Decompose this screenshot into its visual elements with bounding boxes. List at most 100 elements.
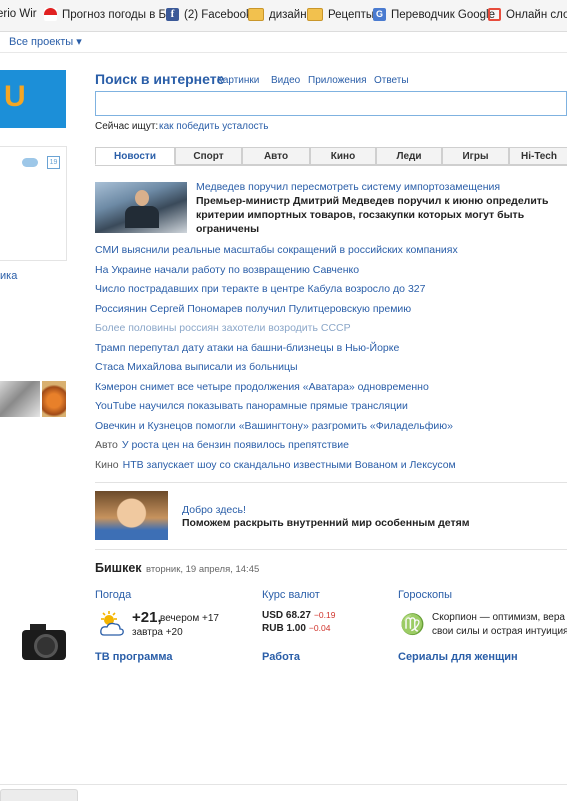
- currency-heading[interactable]: Курс валют: [262, 589, 320, 601]
- lead-news-text: Премьер-министр Дмитрий Медведев поручил…: [196, 195, 549, 235]
- series-link[interactable]: Сериалы для женщин: [398, 651, 518, 663]
- lead-news-photo[interactable]: [95, 182, 187, 233]
- currency-change: −0.19: [313, 610, 336, 620]
- city-date: вторник, 19 апреля, 14:45: [146, 564, 260, 575]
- lead-news-title[interactable]: Медведев поручил пересмотреть систему им…: [196, 181, 500, 193]
- footer-tab[interactable]: [0, 789, 78, 801]
- news-text: Овечкин и Кузнецов помогли «Вашингтону» …: [95, 420, 453, 432]
- news-item[interactable]: Овечкин и Кузнецов помогли «Вашингтону» …: [95, 420, 453, 432]
- logo-letter: U: [4, 80, 26, 113]
- news-item[interactable]: Кино НТВ запускает шоу со скандально изве…: [95, 459, 456, 471]
- bookmark-label: дизайн: [269, 8, 307, 21]
- news-text: Более половины россиян захотели возродит…: [95, 322, 351, 334]
- tab-games[interactable]: Игры: [442, 147, 509, 165]
- news-text: Число пострадавших при теракте в центре …: [95, 283, 426, 295]
- news-item[interactable]: YouTube научился показывать панорамные п…: [95, 400, 408, 412]
- tab-auto[interactable]: Авто: [242, 147, 310, 165]
- news-item[interactable]: Кэмерон снимет все четыре продолжения «А…: [95, 381, 429, 393]
- facebook-icon: f: [166, 8, 179, 21]
- tab-sport[interactable]: Спорт: [175, 147, 242, 165]
- news-text: У роста цен на бензин появилось препятст…: [121, 439, 349, 451]
- horoscope-heading[interactable]: Гороскопы: [398, 589, 452, 601]
- bookmark-label: Переводчик Google: [391, 8, 496, 21]
- news-item[interactable]: СМИ выяснили реальные масштабы сокращени…: [95, 244, 458, 256]
- bookmark-label: Онлайн слова: [506, 8, 567, 21]
- bookmark-5[interactable]: Рецепты: [307, 8, 374, 21]
- search-tab-apps[interactable]: Приложения: [308, 75, 367, 86]
- horoscope-line: Скорпион — оптимизм, вера: [432, 612, 565, 623]
- bookmark-label: Рецепты: [328, 8, 375, 21]
- news-item[interactable]: Авто У роста цен на бензин появилось преп…: [95, 439, 349, 451]
- folder-icon: [307, 8, 323, 21]
- city-name[interactable]: Бишкек: [95, 561, 142, 575]
- bookmark-2[interactable]: Прогноз погоды в Б: [44, 8, 166, 21]
- news-text: НТВ запускает шоу со скандально известны…: [122, 459, 456, 471]
- google-translate-icon: G: [373, 8, 386, 21]
- jobs-link[interactable]: Работа: [262, 651, 300, 663]
- bookmark-1[interactable]: erio Wir: [0, 8, 37, 20]
- trend-label: Сейчас ищут:: [95, 121, 159, 132]
- news-text: YouTube научился показывать панорамные п…: [95, 400, 408, 412]
- footer-divider: [0, 784, 567, 785]
- bookmark-3[interactable]: f (2) Facebook: [166, 8, 252, 21]
- news-text: Трамп перепутал дату атаки на башни-близ…: [95, 342, 400, 354]
- horoscope-text: Скорпион — оптимизм, вера свои силы и ост…: [432, 611, 567, 639]
- tab-news[interactable]: Новости: [95, 147, 175, 165]
- news-tabs: Новости Спорт Авто Кино Леди Игры Hi-Tec…: [95, 147, 567, 166]
- bookmark-6[interactable]: G Переводчик Google: [373, 8, 495, 21]
- tab-cinema[interactable]: Кино: [310, 147, 376, 165]
- cloud-icon[interactable]: [22, 158, 38, 167]
- news-text: СМИ выяснили реальные масштабы сокращени…: [95, 244, 458, 256]
- promo-text: Поможем раскрыть внутренний мир особенны…: [182, 517, 470, 529]
- sun-cloud-icon: [100, 611, 124, 636]
- kitten-thumbnail[interactable]: [0, 381, 40, 417]
- tab-hitech[interactable]: Hi-Tech: [509, 147, 567, 165]
- search-title: Поиск в интернете: [95, 71, 225, 87]
- news-item-visited[interactable]: Более половины россиян захотели возродит…: [95, 322, 351, 334]
- currency-row: USD 68.27 −0.19: [262, 610, 335, 621]
- news-text: Стаса Михайлова выписали из больницы: [95, 361, 298, 373]
- news-item[interactable]: Стаса Михайлова выписали из больницы: [95, 361, 298, 373]
- news-item[interactable]: Россиянин Сергей Пономарев получил Пулит…: [95, 303, 411, 315]
- news-item[interactable]: Число пострадавших при теракте в центре …: [95, 283, 425, 295]
- left-link[interactable]: ика: [0, 270, 17, 282]
- evening-temp: вечером +17: [160, 613, 219, 624]
- search-tab-video[interactable]: Видео: [271, 75, 300, 86]
- promo-photo[interactable]: [95, 491, 168, 540]
- news-category: Кино: [95, 459, 119, 471]
- currency-code: RUB: [262, 623, 284, 634]
- folder-icon: [248, 8, 264, 21]
- projects-bar: [0, 31, 567, 53]
- divider: [95, 549, 567, 550]
- trend-link[interactable]: как победить усталость: [159, 121, 268, 132]
- news-item[interactable]: На Украине начали работу по возвращению …: [95, 264, 359, 276]
- news-text: Кэмерон снимет все четыре продолжения «А…: [95, 381, 429, 393]
- dictionary-icon: [488, 8, 501, 21]
- bookmark-7[interactable]: Онлайн слова: [488, 8, 567, 21]
- divider: [95, 482, 567, 483]
- bookmark-label: Прогноз погоды в Б: [62, 8, 167, 21]
- currency-value: 1.00: [286, 623, 306, 634]
- calendar-icon[interactable]: 19: [47, 156, 60, 169]
- search-tab-images[interactable]: Картинки: [217, 75, 259, 86]
- camera-image[interactable]: [22, 622, 66, 662]
- all-projects-menu[interactable]: Все проекты ▾: [9, 35, 82, 48]
- food-thumbnail[interactable]: [42, 381, 66, 417]
- currency-row: RUB 1.00 −0.04: [262, 623, 330, 634]
- bookmarks-bar: erio Wir Прогноз погоды в Б f (2) Faceboo…: [0, 0, 567, 32]
- bookmark-4[interactable]: дизайн: [248, 8, 307, 21]
- bookmark-label: erio Wir: [0, 8, 37, 20]
- logo-tile[interactable]: U: [0, 70, 66, 128]
- search-tab-answers[interactable]: Ответы: [374, 75, 409, 86]
- search-input[interactable]: [95, 91, 567, 116]
- weather-heading[interactable]: Погода: [95, 589, 131, 601]
- promo-title[interactable]: Добро здесь!: [182, 504, 246, 516]
- umbrella-icon: [44, 8, 57, 21]
- bookmark-label: (2) Facebook: [184, 8, 252, 21]
- virgo-icon: ♍: [400, 614, 425, 636]
- news-item[interactable]: Трамп перепутал дату атаки на башни-близ…: [95, 342, 399, 354]
- tab-lady[interactable]: Леди: [376, 147, 442, 165]
- news-category: Авто: [95, 439, 118, 451]
- tomorrow-temp: завтра +20: [132, 627, 183, 638]
- tv-program-link[interactable]: ТВ программа: [95, 651, 172, 663]
